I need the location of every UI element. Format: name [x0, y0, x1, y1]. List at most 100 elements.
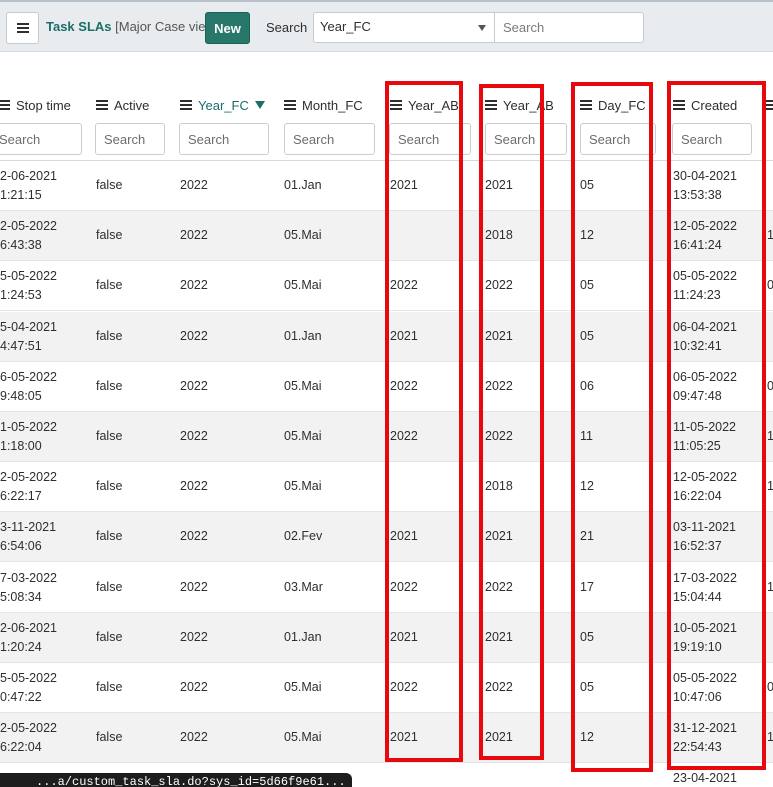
column-menu-icon[interactable]: [580, 100, 592, 110]
cell-created: 12-05-2022 16:41:24: [673, 217, 737, 255]
cell-created: 11-05-2022 11:05:25: [673, 418, 736, 456]
column-filter-active[interactable]: [95, 123, 165, 155]
column-filter-day-fc[interactable]: [580, 123, 656, 155]
cell-created: 03-11-2021 16:52:37: [673, 518, 736, 556]
cell-created-time: 16:22:04: [673, 489, 722, 504]
cell-year-ab2: 2022: [485, 429, 513, 443]
chevron-down-icon: [478, 25, 486, 31]
cell-created-time: 11:05:25: [673, 439, 721, 453]
search-field-select[interactable]: Year_FC: [313, 12, 495, 43]
column-label: Day_FC: [598, 97, 646, 113]
table-row[interactable]: 2-05-2022 6:22:04 31-12-2021 22:54:43 false 2…: [0, 713, 773, 764]
column-header-day-fc[interactable]: Day_FC: [580, 94, 646, 116]
cell-day-fc: 06: [580, 378, 594, 393]
cell-created-time: 15:04:44: [673, 589, 722, 604]
column-filter-stop[interactable]: [0, 123, 82, 155]
new-button[interactable]: New: [205, 12, 250, 44]
column-menu-icon[interactable]: [390, 100, 402, 110]
task-sla-table: Stop time Active Year_FC Month_FC Year_AB Yea…: [0, 52, 773, 787]
list-search-input[interactable]: [494, 12, 644, 43]
cell-year-fc: 2022: [180, 479, 208, 494]
list-menu-button[interactable]: [6, 12, 39, 44]
table-row[interactable]: 7-03-2022 5:08:34 17-03-2022 15:04:44 false 2…: [0, 563, 773, 613]
cell-created-time: 13:53:38: [673, 188, 722, 202]
cell-stop: 2-06-2021 1:20:24: [0, 619, 57, 657]
cell-year-ab2: 2021: [485, 629, 513, 644]
column-menu-icon[interactable]: [284, 100, 296, 110]
table-row[interactable]: 1-05-2022 1:18:00 11-05-2022 11:05:25 false 2…: [0, 412, 773, 462]
table-row[interactable]: 6-05-2022 9:48:05 06-05-2022 09:47:48 false 2…: [0, 362, 773, 412]
column-menu-icon[interactable]: [673, 100, 685, 110]
cell-year-ab1: 2022: [390, 378, 418, 393]
cell-year-ab1: 2021: [390, 730, 418, 745]
column-menu-icon[interactable]: [180, 100, 192, 110]
column-header-year-ab2[interactable]: Year_AB: [485, 94, 554, 116]
link-status-tooltip: ...a/custom_task_sla.do?sys_id=5d66f9e61…: [0, 773, 352, 787]
sort-descending-icon[interactable]: [254, 101, 265, 109]
cell-month-fc: 05.Mai: [284, 680, 322, 694]
column-filter-year-ab2[interactable]: [485, 123, 567, 155]
cell-stop-date: 7-03-2022: [0, 570, 57, 585]
cell-created: 30-04-2021 13:53:38: [673, 167, 737, 205]
column-filter-year-fc[interactable]: [179, 123, 269, 155]
cell-year-fc: 2022: [180, 328, 208, 343]
hamburger-icon: [16, 23, 29, 33]
column-header-year-ab1[interactable]: Year_AB: [390, 94, 459, 116]
table-row[interactable]: 2-06-2021 1:20:24 10-05-2021 19:19:10 false 2…: [0, 612, 773, 663]
column-menu-icon[interactable]: [96, 100, 108, 110]
cell-month-fc: 05.Mai: [284, 378, 322, 393]
cell-month-fc: 01.Jan: [284, 328, 322, 343]
column-header-created[interactable]: Created: [673, 94, 737, 116]
cell-stop: 3-11-2021 6:54:06: [0, 518, 56, 556]
cell-active: false: [96, 378, 123, 393]
search-label: Search: [266, 20, 308, 35]
cell-created: 12-05-2022 16:22:04: [673, 468, 737, 506]
cell-day-fc: 12: [580, 730, 594, 745]
cell-stop: 2-05-2022 6:43:38: [0, 217, 57, 255]
cell-created-date: 30-04-2021: [673, 169, 737, 183]
table-row[interactable]: 2-05-2022 6:43:38 12-05-2022 16:41:24 false 2…: [0, 211, 773, 262]
cell-year-ab1: 2021: [390, 529, 418, 544]
cell-stop: 2-06-2021 1:21:15: [0, 167, 57, 205]
cell-year-ab1: 2022: [390, 579, 418, 594]
cell-stop-date: 6-05-2022: [0, 369, 57, 384]
column-header-year-fc[interactable]: Year_FC: [180, 94, 265, 116]
cell-day-fc: 05: [580, 629, 594, 644]
table-row[interactable]: 5-05-2022 0:47:22 05-05-2022 10:47:06 false 2…: [0, 663, 773, 713]
cell-month-fc: 05.Mai: [284, 429, 322, 443]
column-filter-created[interactable]: [672, 123, 752, 155]
column-header-more[interactable]: [766, 94, 773, 116]
cell-extra: 1: [767, 730, 773, 745]
cell-stop-date: 2-05-2022: [0, 721, 57, 736]
column-filter-month-fc[interactable]: [284, 123, 375, 155]
column-filter-year-ab1[interactable]: [389, 123, 471, 155]
cell-year-ab1: 2022: [390, 278, 418, 293]
cell-year-fc: 2022: [180, 629, 208, 644]
cell-active: false: [96, 579, 123, 594]
cell-extra: 1: [767, 479, 773, 494]
column-header-active[interactable]: Active: [96, 94, 149, 116]
cell-stop-time: 6:54:06: [0, 539, 42, 554]
cell-created-date: 17-03-2022: [673, 570, 737, 585]
column-menu-icon[interactable]: [485, 100, 497, 110]
table-row[interactable]: 5-04-2021 4:47:51 06-04-2021 10:32:41 false 2…: [0, 311, 773, 362]
cell-created: 06-05-2022 09:47:48: [673, 368, 737, 406]
column-menu-icon[interactable]: [0, 100, 10, 110]
column-menu-icon[interactable]: [766, 100, 773, 110]
cell-year-ab1: 2022: [390, 680, 418, 694]
cell-stop-date: 5-04-2021: [0, 319, 57, 334]
cell-day-fc: 11: [580, 429, 593, 443]
table-row[interactable]: 2-06-2021 1:21:15 30-04-2021 13:53:38 false 2…: [0, 161, 773, 211]
table-row[interactable]: 5-05-2022 1:24:53 05-05-2022 11:24:23 false 2…: [0, 261, 773, 312]
cell-year-ab2: 2022: [485, 378, 513, 393]
table-row[interactable]: 3-11-2021 6:54:06 03-11-2021 16:52:37 false 2…: [0, 512, 773, 563]
cell-created-date: 10-05-2021: [673, 620, 737, 635]
cell-extra: 1: [767, 228, 773, 243]
column-header-month-fc[interactable]: Month_FC: [284, 94, 363, 116]
cell-stop-time: 0:47:22: [0, 690, 42, 704]
column-label: Stop time: [16, 97, 71, 113]
cell-created-time: 09:47:48: [673, 388, 722, 403]
table-row[interactable]: 2-05-2022 6:22:17 12-05-2022 16:22:04 false 2…: [0, 462, 773, 513]
column-header-stop[interactable]: Stop time: [0, 94, 71, 116]
cell-active: false: [96, 278, 123, 293]
